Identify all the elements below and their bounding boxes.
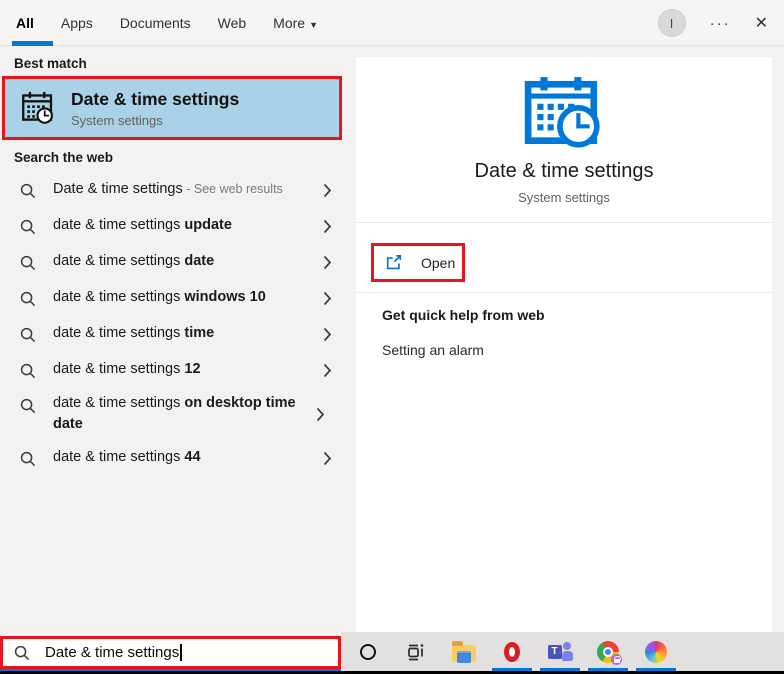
suggestion-row[interactable]: date & time settings date — [0, 244, 344, 280]
opera-button[interactable] — [488, 632, 536, 671]
open-button[interactable]: Open — [371, 243, 465, 282]
chevron-right-icon[interactable] — [323, 291, 332, 306]
teams-button[interactable]: T — [536, 632, 584, 671]
chevron-right-icon[interactable] — [323, 255, 332, 270]
best-match-subtitle: System settings — [71, 112, 163, 128]
calendar-clock-icon-large — [524, 77, 600, 148]
suggestion-row[interactable]: date & time settings time — [0, 316, 344, 352]
search-filter-bar: All Apps Documents Web More ▼ I ··· ✕ — [0, 0, 784, 46]
search-icon — [20, 451, 36, 466]
best-match-result[interactable]: Date & time settings System settings — [2, 76, 342, 140]
tab-all[interactable]: All — [16, 15, 34, 31]
suggestion-row[interactable]: date & time settings 12 — [0, 352, 344, 388]
preview-card: Date & time settings System settings Ope… — [356, 57, 772, 632]
suggestion-text: date & time settings update — [53, 217, 232, 234]
profile-lock-badge-icon — [611, 653, 622, 665]
firefox-button[interactable] — [632, 632, 680, 671]
search-icon — [14, 645, 30, 660]
tab-documents[interactable]: Documents — [120, 15, 191, 31]
suggestion-text: date & time settings 44 — [53, 449, 201, 466]
teams-icon: T — [547, 641, 573, 663]
search-icon — [20, 327, 36, 342]
tab-web[interactable]: Web — [218, 15, 247, 31]
preview-title: Date & time settings — [474, 160, 654, 182]
quick-help-header: Get quick help from web — [382, 307, 545, 323]
preview-panel: Date & time settings System settings Ope… — [344, 47, 784, 632]
search-icon — [20, 219, 36, 234]
suggestion-text: date & time settings windows 10 — [53, 289, 266, 306]
text-cursor — [180, 644, 182, 661]
results-panel: Best match Date & time settings System s… — [0, 47, 344, 636]
best-match-text: Date & time settings System settings — [71, 89, 239, 128]
chrome-button[interactable] — [584, 632, 632, 671]
search-icon — [20, 255, 36, 270]
dropdown-arrow-icon: ▼ — [309, 19, 318, 30]
suggestion-row[interactable]: date & time settings 44 — [0, 440, 344, 476]
file-explorer-icon — [452, 640, 476, 663]
tab-more-label: More — [273, 14, 306, 31]
chevron-right-icon[interactable] — [323, 183, 332, 198]
tab-apps[interactable]: Apps — [61, 15, 93, 31]
more-options-icon[interactable]: ··· — [710, 16, 731, 31]
search-icon — [20, 398, 36, 414]
suggestion-row[interactable]: date & time settings on desktop time dat… — [0, 388, 344, 440]
chrome-icon — [597, 640, 622, 665]
chevron-right-icon[interactable] — [323, 219, 332, 234]
web-suggestions-list: Date & time settings - See web results d… — [0, 172, 344, 476]
suggestion-row[interactable]: date & time settings windows 10 — [0, 280, 344, 316]
suggestion-row[interactable]: date & time settings update — [0, 208, 344, 244]
suggestion-row-see-web-results[interactable]: Date & time settings - See web results — [0, 172, 344, 208]
calendar-clock-icon — [22, 91, 53, 124]
task-view-button[interactable] — [392, 632, 440, 671]
user-avatar[interactable]: I — [657, 9, 686, 37]
opera-icon — [504, 641, 520, 662]
cortana-icon — [360, 643, 376, 660]
search-the-web-header: Search the web — [14, 150, 114, 165]
chevron-right-icon[interactable] — [323, 363, 332, 378]
chevron-right-icon[interactable] — [323, 327, 332, 342]
windows-search-panel: All Apps Documents Web More ▼ I ··· ✕ Bes… — [0, 0, 784, 674]
search-input-value: Date & time settings — [45, 644, 180, 661]
filter-tabs: All Apps Documents Web More ▼ — [16, 15, 318, 31]
suggestion-text: date & time settings time — [53, 325, 215, 342]
suggestion-text: Date & time settings - See web results — [53, 181, 283, 198]
header-actions: I ··· ✕ — [657, 0, 768, 46]
chevron-right-icon[interactable] — [316, 407, 325, 422]
close-icon[interactable]: ✕ — [755, 13, 768, 33]
tab-more[interactable]: More ▼ — [273, 15, 318, 31]
open-external-icon — [386, 254, 402, 269]
cortana-button[interactable] — [344, 632, 392, 671]
search-icon — [20, 291, 36, 306]
taskbar-search-input[interactable]: Date & time settings — [0, 636, 341, 669]
best-match-title: Date & time settings — [71, 88, 240, 109]
suggestion-text: date & time settings 12 — [53, 361, 201, 378]
chevron-right-icon[interactable] — [323, 451, 332, 466]
help-link-setting-alarm[interactable]: Setting an alarm — [382, 342, 484, 358]
divider — [356, 222, 772, 223]
firefox-icon — [645, 640, 667, 663]
active-tab-indicator — [12, 41, 53, 46]
preview-subtitle: System settings — [518, 190, 610, 205]
search-icon — [20, 363, 36, 378]
divider — [356, 292, 772, 293]
suggestion-text: date & time settings date — [53, 253, 215, 270]
task-view-icon — [408, 643, 424, 660]
taskbar: T — [341, 632, 784, 671]
search-icon — [20, 183, 36, 198]
open-button-label: Open — [421, 254, 456, 271]
suggestion-text: date & time settings on desktop time dat… — [53, 394, 296, 432]
best-match-header: Best match — [14, 56, 87, 71]
file-explorer-button[interactable] — [440, 632, 488, 671]
